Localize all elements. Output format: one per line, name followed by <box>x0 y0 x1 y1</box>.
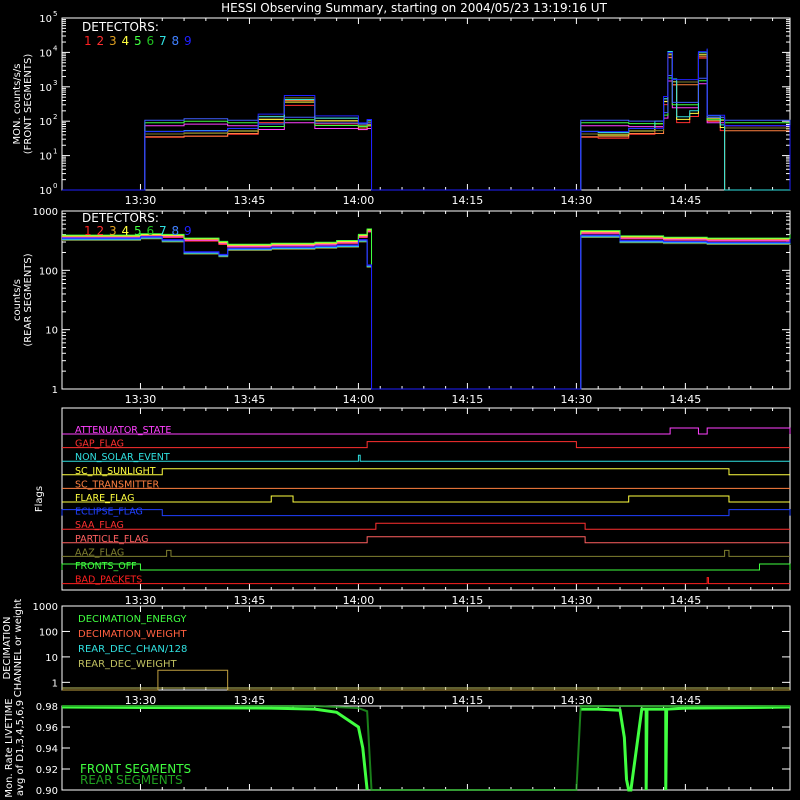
p1-xtick-label: 13:30 <box>125 194 157 207</box>
p2-ytick-label: 1 <box>52 385 58 396</box>
p1-xtick-label: 14:15 <box>452 194 484 207</box>
flag-label-sc_transmitter: SC_TRANSMITTER <box>75 479 160 490</box>
p4-ylabel: CHANNEL or weight <box>13 599 24 698</box>
p1-ytick-exp: 0 <box>53 182 57 190</box>
p3-xtick-label: 13:30 <box>125 594 157 607</box>
p2-ytick-label: 10 <box>45 326 58 337</box>
p1-legend-entry: 7 <box>159 34 167 48</box>
p4-ytick-label: 10 <box>45 653 58 664</box>
p4-ytick-label: 1 <box>52 678 58 689</box>
figure-title: HESSI Observing Summary, starting on 200… <box>221 1 607 15</box>
p1-legend-entry: 6 <box>147 34 155 48</box>
p4-legend-entry: DECIMATION_WEIGHT <box>78 629 187 640</box>
flag-label-fronts_off: FRONTS_OFF <box>75 561 137 572</box>
p2-legend-entry: 1 <box>84 224 92 238</box>
flag-label-bad_packets: BAD_PACKETS <box>75 575 142 586</box>
p2-xtick-label: 14:45 <box>670 393 702 406</box>
p2-ylabel: (REAR SEGMENTS) <box>23 253 34 346</box>
p1-ylabel: (FRONT SEGMENTS) <box>23 54 34 155</box>
p1-ytick-exp: 1 <box>53 148 57 156</box>
p2-xtick-label: 14:15 <box>452 393 484 406</box>
p5-ylabel: Mon. Rate LIVETIME <box>4 698 15 797</box>
figure: HESSI Observing Summary, starting on 200… <box>0 0 800 800</box>
flag-label-gap_flag: GAP_FLAG <box>75 439 124 450</box>
p5-ytick-label: 0.90 <box>36 786 58 797</box>
flag-label-flare_flag: FLARE_FLAG <box>75 493 135 504</box>
p5-ytick-label: 0.96 <box>36 723 58 734</box>
p4-xtick-label: 14:15 <box>452 694 484 707</box>
p1-ytick-label: 10 <box>39 48 52 59</box>
p4-ytick-label: 100 <box>39 627 58 638</box>
p4-legend-entry: REAR_DEC_CHAN/128 <box>78 644 187 655</box>
p1-legend-title: DETECTORS: <box>82 20 159 34</box>
p1-ytick-label: 10 <box>39 117 52 128</box>
p1-xtick-label: 14:00 <box>343 194 375 207</box>
p1-xtick-label: 13:45 <box>234 194 266 207</box>
p1-ylabel: MON. counts/s/s <box>12 64 23 145</box>
p3-ylabel: Flags <box>34 486 45 512</box>
p5-ytick-label: 0.92 <box>36 765 58 776</box>
p3-xtick-label: 13:45 <box>234 594 266 607</box>
flag-label-particle_flag: PARTICLE_FLAG <box>75 534 148 545</box>
p4-xtick-label: 14:00 <box>343 694 375 707</box>
p2-legend-entry: 6 <box>147 224 155 238</box>
p5-ylabel: avg of D1,3,4,5,6,9 <box>15 700 26 796</box>
p5-ytick-label: 0.98 <box>36 702 58 713</box>
flag-label-attenuator_state: ATTENUATOR_STATE <box>75 425 171 436</box>
p2-xtick-label: 14:00 <box>343 393 375 406</box>
p2-legend-entry: 7 <box>159 224 167 238</box>
p1-ytick-label: 10 <box>39 186 52 197</box>
p4-legend-entry: REAR_DEC_WEIGHT <box>78 659 177 670</box>
p1-legend-entry: 2 <box>97 34 105 48</box>
p1-legend-entry: 3 <box>109 34 117 48</box>
p2-legend-title: DETECTORS: <box>82 211 159 225</box>
p3-xtick-label: 14:00 <box>343 594 375 607</box>
p5-ytick-label: 0.94 <box>36 744 58 755</box>
p1-ytick-label: 10 <box>39 83 52 94</box>
p2-xtick-label: 13:45 <box>234 393 266 406</box>
p1-xtick-label: 14:45 <box>670 194 702 207</box>
p1-ytick-exp: 3 <box>53 79 57 87</box>
p2-ylabel: counts/s <box>12 279 23 321</box>
p2-legend-entry: 4 <box>122 224 130 238</box>
p4-legend-entry: DECIMATION_ENERGY <box>78 614 187 625</box>
p2-xtick-label: 14:30 <box>561 393 593 406</box>
p5-legend-entry: REAR SEGMENTS <box>80 773 183 787</box>
p2-xtick-label: 13:30 <box>125 393 157 406</box>
flag-label-aaz_flag: AAZ_FLAG <box>75 547 124 558</box>
p1-ytick-label: 10 <box>39 152 52 163</box>
p3-xtick-label: 14:45 <box>670 594 702 607</box>
p2-legend-entry: 8 <box>172 224 180 238</box>
p1-ytick-label: 10 <box>39 14 52 25</box>
p2-legend-entry: 3 <box>109 224 117 238</box>
p1-ytick-exp: 2 <box>53 113 57 121</box>
p1-legend-entry: 5 <box>134 34 142 48</box>
p1-legend-entry: 8 <box>172 34 180 48</box>
p1-legend-entry: 9 <box>184 34 192 48</box>
p2-ytick-label: 100 <box>39 266 58 277</box>
p2-legend-entry: 2 <box>97 224 105 238</box>
p3-xtick-label: 14:30 <box>561 594 593 607</box>
flag-label-saa_flag: SAA_FLAG <box>75 520 124 531</box>
p1-xtick-label: 14:30 <box>561 194 593 207</box>
flag-label-non_solar_event: NON_SOLAR_EVENT <box>75 452 170 463</box>
p1-ytick-exp: 5 <box>53 10 57 18</box>
p4-ylabel: DECIMATION <box>2 616 13 679</box>
p2-ytick-label: 1000 <box>33 207 58 218</box>
p1-legend-entry: 4 <box>122 34 130 48</box>
p1-legend-entry: 1 <box>84 34 92 48</box>
flag-label-eclipse_flag: ECLIPSE_FLAG <box>75 507 143 518</box>
p3-xtick-label: 14:15 <box>452 594 484 607</box>
p1-ytick-exp: 4 <box>53 44 58 52</box>
p2-legend-entry: 5 <box>134 224 142 238</box>
p4-ytick-label: 1000 <box>33 602 58 613</box>
p2-legend-entry: 9 <box>184 224 192 238</box>
flag-label-sc_in_sunlight: SC_IN_SUNLIGHT <box>75 466 156 477</box>
